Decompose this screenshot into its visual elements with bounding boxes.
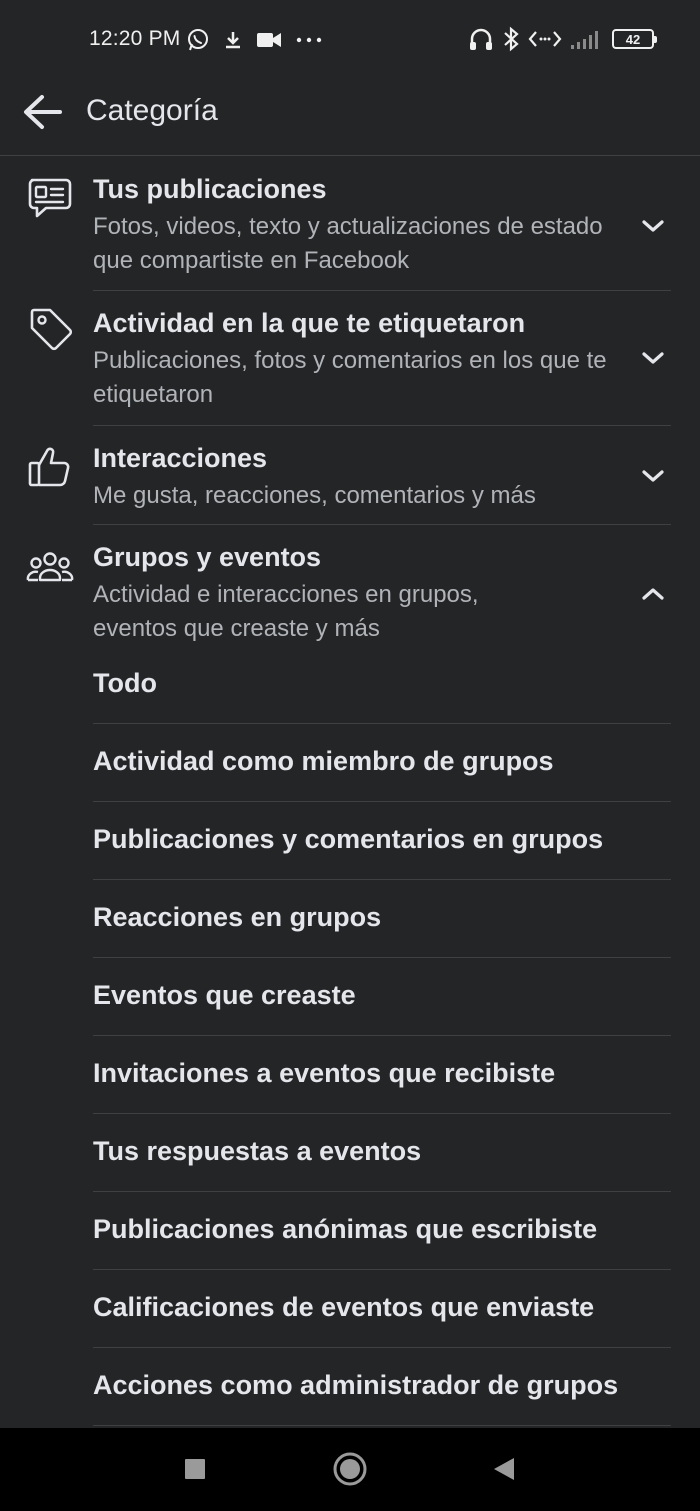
category-description: Publicaciones, fotos y comentarios en lo…: [93, 347, 607, 408]
divider: [93, 290, 671, 291]
sub-item-invitaciones-eventos[interactable]: Invitaciones a eventos que recibiste: [93, 1058, 671, 1136]
back-arrow-icon[interactable]: [20, 92, 66, 132]
category-grupos-eventos[interactable]: Grupos y eventos Actividad e interaccion…: [0, 528, 700, 648]
data-sync-icon: [528, 31, 562, 47]
sub-item-label: Tus respuestas a eventos: [93, 1136, 422, 1166]
home-circle-icon[interactable]: [332, 1451, 368, 1487]
sub-item-calificaciones-eventos[interactable]: Calificaciones de eventos que enviaste: [93, 1292, 671, 1370]
divider: [93, 723, 671, 724]
divider: [93, 1113, 671, 1114]
divider: [93, 1035, 671, 1036]
whatsapp-icon: [188, 29, 208, 51]
chevron-down-icon[interactable]: [640, 218, 666, 234]
sub-item-label: Acciones como administrador de grupos: [93, 1370, 619, 1400]
category-title: Actividad en la que te etiquetaron: [93, 308, 526, 338]
category-description: Me gusta, reacciones, comentarios y más: [93, 482, 536, 509]
battery-level: 42: [625, 31, 641, 47]
sub-item-eventos-creaste[interactable]: Eventos que creaste: [93, 980, 671, 1058]
chevron-down-icon[interactable]: [640, 468, 666, 484]
chevron-down-icon[interactable]: [640, 350, 666, 366]
divider: [93, 1425, 671, 1426]
sub-item-label: Reacciones en grupos: [93, 902, 382, 932]
battery-indicator: 42: [612, 29, 657, 49]
groups-icon: [26, 552, 74, 582]
status-time: 12:20 PM: [89, 27, 181, 50]
sub-item-publicaciones-comentarios[interactable]: Publicaciones y comentarios en grupos: [93, 824, 671, 902]
category-description: Fotos, videos, texto y actualizaciones d…: [93, 213, 603, 274]
thumbs-up-icon: [28, 447, 70, 487]
sub-item-label: Todo: [93, 668, 157, 698]
header: Categoría: [0, 80, 700, 156]
status-right-icons: 42: [468, 26, 657, 52]
category-title: Interacciones: [93, 443, 268, 473]
divider: [93, 1269, 671, 1270]
sub-item-label: Publicaciones anónimas que escribiste: [93, 1214, 598, 1244]
more-dots-icon: [296, 37, 322, 43]
download-icon: [226, 32, 240, 49]
divider: [93, 425, 671, 426]
category-actividad-etiquetaron[interactable]: Actividad en la que te etiquetaron Publi…: [0, 294, 700, 424]
status-left-icons: [186, 28, 324, 52]
divider: [93, 879, 671, 880]
sub-item-publicaciones-anonimas[interactable]: Publicaciones anónimas que escribiste: [93, 1214, 671, 1292]
category-tus-publicaciones[interactable]: Tus publicaciones Fotos, videos, texto y…: [0, 160, 700, 290]
sub-item-label: Calificaciones de eventos que enviaste: [93, 1292, 595, 1322]
sub-item-actividad-miembro[interactable]: Actividad como miembro de grupos: [93, 746, 671, 824]
system-nav-bar: [0, 1428, 700, 1511]
page-title: Categoría: [86, 94, 218, 127]
signal-icon: [571, 31, 598, 49]
sub-item-respuestas-eventos[interactable]: Tus respuestas a eventos: [93, 1136, 671, 1214]
headphones-icon: [470, 28, 492, 50]
divider: [93, 524, 671, 525]
divider: [93, 801, 671, 802]
sub-item-reacciones-grupos[interactable]: Reacciones en grupos: [93, 902, 671, 980]
category-title: Grupos y eventos: [93, 542, 322, 572]
recents-square-icon[interactable]: [183, 1457, 207, 1481]
chevron-up-icon[interactable]: [640, 586, 666, 602]
category-description: Actividad e interacciones en grupos, eve…: [93, 581, 479, 642]
status-bar: 12:20 PM 42: [0, 0, 700, 80]
tag-icon: [30, 308, 73, 351]
sub-item-label: Actividad como miembro de grupos: [93, 746, 554, 776]
bluetooth-icon: [504, 26, 519, 52]
sub-item-label: Eventos que creaste: [93, 980, 356, 1010]
divider: [93, 1347, 671, 1348]
divider: [93, 1191, 671, 1192]
category-title: Tus publicaciones: [93, 174, 327, 204]
sub-item-todo[interactable]: Todo: [93, 668, 671, 746]
sub-item-label: Invitaciones a eventos que recibiste: [93, 1058, 556, 1088]
posts-icon: [28, 178, 72, 218]
category-interacciones[interactable]: Interacciones Me gusta, reacciones, come…: [0, 429, 700, 523]
sub-item-label: Publicaciones y comentarios en grupos: [93, 824, 604, 854]
divider: [93, 957, 671, 958]
back-triangle-icon[interactable]: [492, 1456, 516, 1482]
video-icon: [257, 33, 281, 47]
